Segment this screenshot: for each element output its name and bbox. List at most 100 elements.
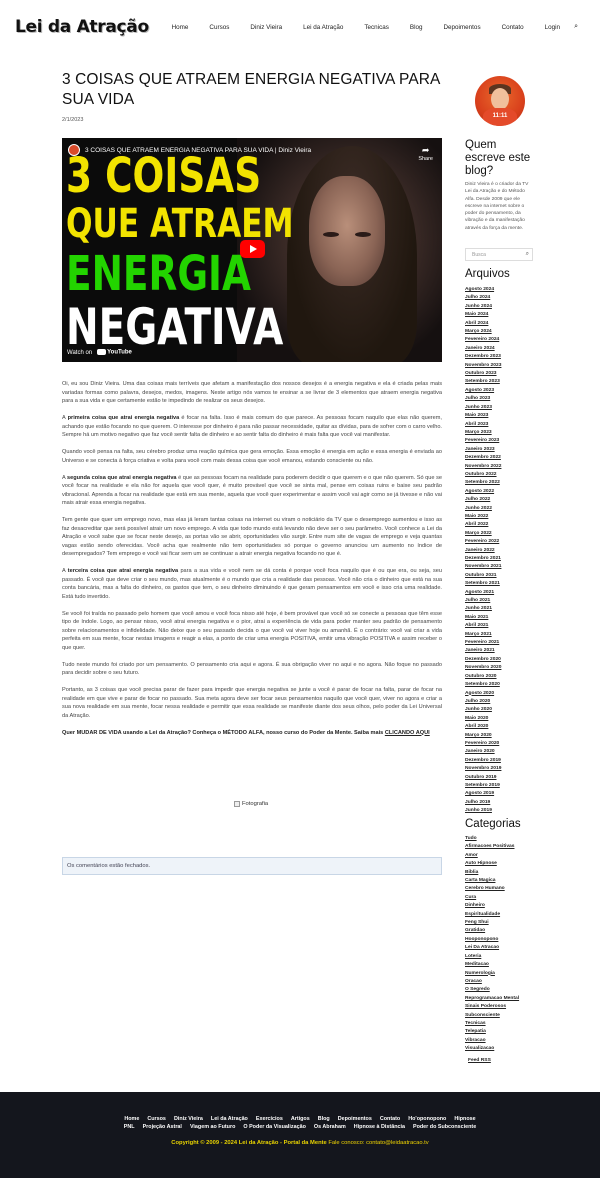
archive-link[interactable]: Abril 2024 (465, 320, 501, 328)
archive-link[interactable]: Maio 2021 (465, 614, 501, 622)
archive-link[interactable]: Janeiro 2022 (465, 547, 501, 555)
search-icon[interactable]: ⌕ (526, 251, 529, 258)
cta-link[interactable]: CLICANDO AQUI (385, 730, 430, 736)
category-link[interactable]: Sinais Poderosos (465, 1003, 519, 1011)
category-link[interactable]: Lei Da Atracao (465, 944, 519, 952)
category-link[interactable]: Visualizacao (465, 1045, 519, 1053)
category-link[interactable]: Carta Magica (465, 877, 519, 885)
category-link[interactable]: Afirmacoes Positivas (465, 843, 519, 851)
share-button[interactable]: ➦ Share (418, 145, 433, 162)
nav-login[interactable]: Login (545, 24, 560, 31)
archive-link[interactable]: Fevereiro 2020 (465, 740, 501, 748)
archive-link[interactable]: Outubro 2020 (465, 673, 501, 681)
nav-diniz-vieira[interactable]: Diniz Vieira (250, 24, 282, 31)
archive-link[interactable]: Julho 2022 (465, 496, 501, 504)
category-link[interactable]: Gratidao (465, 927, 519, 935)
channel-avatar[interactable] (68, 144, 80, 156)
category-link[interactable]: Numerologia (465, 970, 519, 978)
archive-link[interactable]: Novembro 2021 (465, 563, 501, 571)
nav-cursos[interactable]: Cursos (209, 24, 229, 31)
category-link[interactable]: Subconsciente (465, 1012, 519, 1020)
footer-link[interactable]: Artigos (291, 1116, 310, 1122)
footer-link[interactable]: Os Abraham (314, 1124, 346, 1130)
category-link[interactable]: Tudo (465, 835, 519, 843)
feed-rss-link[interactable]: Feed RSS (468, 1058, 491, 1063)
category-link[interactable]: Oracao (465, 978, 519, 986)
archive-link[interactable]: Maio 2022 (465, 513, 501, 521)
archive-link[interactable]: Setembro 2021 (465, 580, 501, 588)
archive-link[interactable]: Maio 2020 (465, 715, 501, 723)
footer-link[interactable]: Ho'oponopono (408, 1116, 446, 1122)
category-link[interactable]: Espiritualidade (465, 911, 519, 919)
site-logo[interactable]: Lei da Atração (15, 17, 149, 37)
watch-on-youtube[interactable]: Watch on YouTube (67, 349, 132, 356)
footer-link[interactable]: PNL (124, 1124, 135, 1130)
footer-link[interactable]: Projeção Astral (143, 1124, 182, 1130)
sidebar-search-input[interactable]: Busca ⌕ (465, 248, 533, 261)
archive-link[interactable]: Junho 2021 (465, 605, 501, 613)
nav-home[interactable]: Home (172, 24, 189, 31)
archive-link[interactable]: Abril 2022 (465, 521, 501, 529)
archive-link[interactable]: Outubro 2022 (465, 471, 501, 479)
footer-link[interactable]: Diniz Vieira (174, 1116, 203, 1122)
archive-link[interactable]: Abril 2021 (465, 622, 501, 630)
nav-contato[interactable]: Contato (502, 24, 524, 31)
category-link[interactable]: Hooponopono (465, 936, 519, 944)
footer-link[interactable]: Home (124, 1116, 139, 1122)
archive-link[interactable]: Março 2023 (465, 429, 501, 437)
footer-link[interactable]: Blog (318, 1116, 330, 1122)
archive-link[interactable]: Abril 2023 (465, 421, 501, 429)
archive-link[interactable]: Setembro 2019 (465, 782, 501, 790)
archive-link[interactable]: Dezembro 2020 (465, 656, 501, 664)
category-link[interactable]: Telepatia (465, 1028, 519, 1036)
archive-link[interactable]: Novembro 2022 (465, 463, 501, 471)
category-link[interactable]: Tecnicas (465, 1020, 519, 1028)
nav-depoimentos[interactable]: Depoimentos (443, 24, 480, 31)
archive-link[interactable]: Agosto 2023 (465, 387, 501, 395)
video-title-bar[interactable]: 3 COISAS QUE ATRAEM ENERGIA NEGATIVA PAR… (68, 144, 311, 156)
archive-link[interactable]: Janeiro 2021 (465, 647, 501, 655)
archive-link[interactable]: Setembro 2023 (465, 378, 501, 386)
footer-link[interactable]: Contato (380, 1116, 400, 1122)
archive-link[interactable]: Janeiro 2020 (465, 748, 501, 756)
archive-link[interactable]: Maio 2024 (465, 311, 501, 319)
archive-link[interactable]: Agosto 2021 (465, 589, 501, 597)
archive-link[interactable]: Setembro 2022 (465, 479, 501, 487)
archive-link[interactable]: Janeiro 2023 (465, 446, 501, 454)
archive-link[interactable]: Março 2024 (465, 328, 501, 336)
nav-blog[interactable]: Blog (410, 24, 423, 31)
archive-link[interactable]: Fevereiro 2024 (465, 336, 501, 344)
archive-link[interactable]: Agosto 2019 (465, 790, 501, 798)
archive-link[interactable]: Fevereiro 2021 (465, 639, 501, 647)
category-link[interactable]: Meditacao (465, 961, 519, 969)
archive-link[interactable]: Fevereiro 2023 (465, 437, 501, 445)
category-link[interactable]: Loteria (465, 953, 519, 961)
footer-link[interactable]: Hipnose à Distância (354, 1124, 405, 1130)
archive-link[interactable]: Outubro 2019 (465, 774, 501, 782)
archive-link[interactable]: Março 2021 (465, 631, 501, 639)
category-link[interactable]: Cerebro Humano (465, 885, 519, 893)
archive-link[interactable]: Julho 2021 (465, 597, 501, 605)
archive-link[interactable]: Julho 2024 (465, 294, 501, 302)
youtube-video-embed[interactable]: 3 COISAS QUE ATRAEM ENERGIA NEGATIVA 3 C… (62, 138, 442, 362)
archive-link[interactable]: Maio 2023 (465, 412, 501, 420)
footer-contact[interactable]: Fale conosco: contato@leidaatracao.tv (328, 1140, 428, 1146)
video-title[interactable]: 3 COISAS QUE ATRAEM ENERGIA NEGATIVA PAR… (85, 147, 311, 154)
footer-link[interactable]: O Poder da Visualização (243, 1124, 306, 1130)
nav-tecnicas[interactable]: Tecnicas (364, 24, 389, 31)
search-icon[interactable]: ⌕ (574, 23, 578, 31)
archive-link[interactable]: Junho 2022 (465, 505, 501, 513)
archive-link[interactable]: Agosto 2020 (465, 690, 501, 698)
archive-link[interactable]: Novembro 2023 (465, 362, 501, 370)
nav-lei-da-atracao[interactable]: Lei da Atração (303, 24, 343, 31)
footer-link[interactable]: Poder do Subconsciente (413, 1124, 476, 1130)
archive-link[interactable]: Junho 2019 (465, 807, 501, 815)
category-link[interactable]: Reprogramacao Mental (465, 995, 519, 1003)
category-link[interactable]: Feng Shui (465, 919, 519, 927)
category-link[interactable]: Vibracao (465, 1037, 519, 1045)
play-button[interactable] (240, 240, 265, 258)
archive-link[interactable]: Dezembro 2021 (465, 555, 501, 563)
archive-link[interactable]: Junho 2020 (465, 706, 501, 714)
archive-link[interactable]: Dezembro 2023 (465, 353, 501, 361)
archive-link[interactable]: Março 2022 (465, 530, 501, 538)
